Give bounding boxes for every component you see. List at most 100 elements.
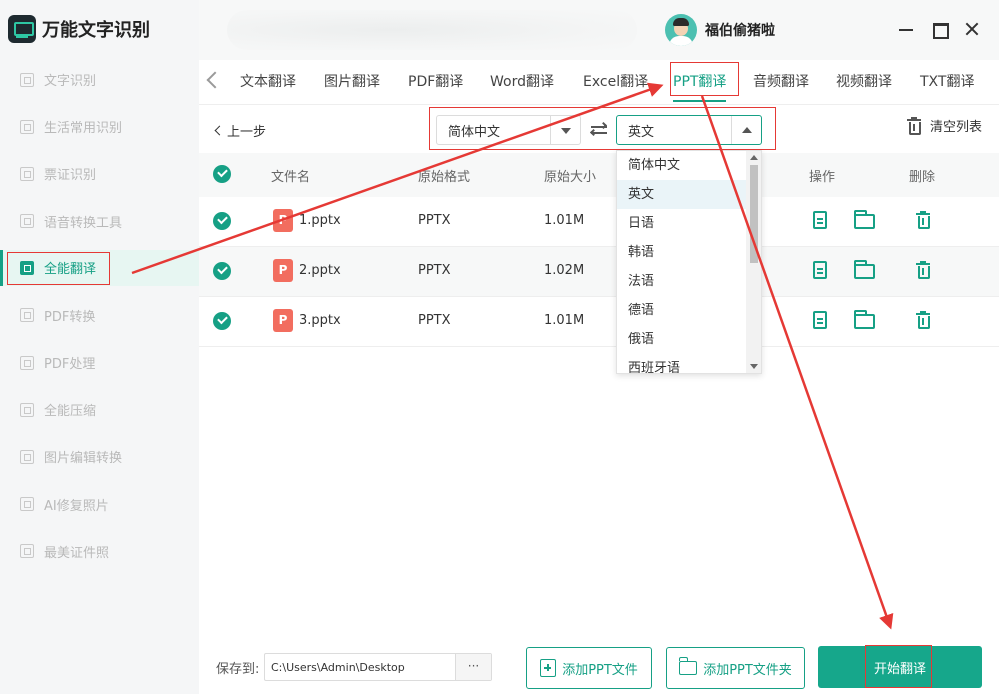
blurred-region [227, 10, 637, 50]
file-format: PPTX [418, 213, 451, 228]
table-row: P 2.pptx PPTX 1.02M [199, 247, 999, 297]
tab-ppt-translate[interactable]: PPT翻译 [673, 71, 727, 102]
language-option[interactable]: 俄语 [617, 325, 747, 354]
folder-icon[interactable] [853, 209, 877, 233]
tab-video-translate[interactable]: 视频翻译 [836, 71, 892, 91]
tab-pdf-translate[interactable]: PDF翻译 [408, 71, 463, 91]
avatar [665, 14, 697, 46]
pdf-edit-icon [20, 355, 34, 370]
sidebar-item-ai-photo[interactable]: AI修复照片 [0, 481, 199, 528]
ppt-file-icon: P [273, 259, 293, 282]
folder-icon [679, 657, 698, 675]
sidebar-item-compress[interactable]: 全能压缩 [0, 386, 199, 433]
language-option[interactable]: 西班牙语 [617, 354, 747, 373]
back-button[interactable]: 上一步 [214, 121, 267, 140]
language-option[interactable]: 韩语 [617, 238, 747, 267]
sidebar: 万能文字识别 文字识别 生活常用识别 票证识别 语音转换工具 全能翻译 PDF转… [0, 0, 199, 694]
row-checkbox[interactable] [213, 262, 231, 280]
add-ppt-file-button[interactable]: 添加PPT文件 [526, 647, 652, 689]
close-icon[interactable] [961, 18, 983, 40]
sidebar-item-id-photo[interactable]: 最美证件照 [0, 528, 199, 575]
scroll-down-icon[interactable] [750, 364, 758, 369]
trash-icon[interactable] [911, 209, 935, 233]
table-row: P 1.pptx PPTX 1.01M [199, 197, 999, 247]
chevron-left-icon [214, 125, 225, 136]
start-translate-button[interactable]: 开始翻译 [818, 646, 982, 688]
browse-button[interactable]: ··· [455, 654, 491, 680]
image-icon [20, 449, 34, 464]
tab-excel-translate[interactable]: Excel翻译 [583, 71, 648, 91]
row-checkbox[interactable] [213, 312, 231, 330]
sidebar-nav: 文字识别 生活常用识别 票证识别 语音转换工具 全能翻译 PDF转换 PDF处理… [0, 56, 199, 575]
maximize-icon[interactable] [928, 18, 950, 40]
sidebar-item-label: 生活常用识别 [44, 121, 123, 137]
sidebar-item-image-edit[interactable]: 图片编辑转换 [0, 433, 199, 480]
dropdown-scrollbar[interactable] [746, 151, 761, 373]
user-profile[interactable]: 福伯偷猪啦 [665, 14, 775, 46]
sidebar-item-label: 语音转换工具 [44, 215, 123, 231]
trash-icon[interactable] [911, 259, 935, 283]
target-language-value: 英文 [628, 124, 655, 140]
chevron-left-icon[interactable] [206, 71, 224, 89]
document-icon[interactable] [808, 259, 832, 283]
app-title: 万能文字识别 [42, 20, 150, 41]
scrollbar-thumb[interactable] [750, 165, 758, 263]
file-size: 1.01M [544, 213, 585, 228]
folder-icon[interactable] [853, 259, 877, 283]
chevron-down-icon [550, 116, 580, 144]
save-path-value: C:\Users\Admin\Desktop [271, 660, 405, 674]
language-option[interactable]: 简体中文 [617, 151, 747, 180]
add-ppt-folder-button[interactable]: 添加PPT文件夹 [666, 647, 805, 689]
table-row: P 3.pptx PPTX 1.01M [199, 297, 999, 347]
scan-icon [20, 72, 34, 87]
file-format: PPTX [418, 313, 451, 328]
language-option[interactable]: 法语 [617, 267, 747, 296]
sidebar-item-ticket-ocr[interactable]: 票证识别 [0, 150, 199, 197]
sidebar-item-life-ocr[interactable]: 生活常用识别 [0, 103, 199, 150]
tab-image-translate[interactable]: 图片翻译 [324, 71, 380, 91]
minimize-icon[interactable] [895, 18, 917, 40]
ppt-file-icon: P [273, 309, 293, 332]
column-header-format: 原始格式 [418, 170, 471, 185]
sidebar-item-voice-tools[interactable]: 语音转换工具 [0, 198, 199, 245]
sidebar-item-pdf-convert[interactable]: PDF转换 [0, 292, 199, 339]
translate-tabs: 文本翻译 图片翻译 PDF翻译 Word翻译 Excel翻译 PPT翻译 音频翻… [199, 60, 999, 105]
language-option[interactable]: 德语 [617, 296, 747, 325]
tab-text-translate[interactable]: 文本翻译 [240, 71, 296, 91]
document-icon[interactable] [808, 209, 832, 233]
document-icon[interactable] [808, 309, 832, 333]
pdf-icon [20, 308, 34, 323]
tab-word-translate[interactable]: Word翻译 [490, 71, 554, 91]
sidebar-item-label: PDF处理 [44, 357, 96, 373]
back-label: 上一步 [227, 125, 267, 140]
source-language-select[interactable]: 简体中文 [436, 115, 581, 145]
title-bar: 福伯偷猪啦 [199, 0, 999, 60]
sidebar-item-translate[interactable]: 全能翻译 [0, 249, 199, 286]
language-option[interactable]: 日语 [617, 209, 747, 238]
ticket-icon [20, 166, 34, 181]
save-path-field[interactable]: C:\Users\Admin\Desktop ··· [264, 653, 492, 681]
sidebar-item-text-ocr[interactable]: 文字识别 [0, 56, 199, 103]
voice-icon [20, 214, 34, 229]
swap-languages-icon[interactable] [589, 120, 609, 140]
trash-icon[interactable] [911, 309, 935, 333]
sidebar-item-pdf-process[interactable]: PDF处理 [0, 339, 199, 386]
target-language-select[interactable]: 英文 [616, 115, 762, 145]
select-all-checkbox[interactable] [213, 165, 231, 183]
ppt-file-icon: P [273, 209, 293, 232]
scroll-up-icon[interactable] [750, 155, 758, 160]
language-option-selected[interactable]: 英文 [617, 180, 747, 209]
app-window: 万能文字识别 文字识别 生活常用识别 票证识别 语音转换工具 全能翻译 PDF转… [0, 0, 999, 694]
row-checkbox[interactable] [213, 212, 231, 230]
compress-icon [20, 402, 34, 417]
clear-list-label: 清空列表 [930, 120, 983, 135]
clear-list-button[interactable]: 清空列表 [906, 116, 982, 135]
sidebar-item-label: PDF转换 [44, 309, 96, 325]
column-header-delete: 删除 [909, 170, 936, 185]
ai-photo-icon [20, 497, 34, 512]
sidebar-item-label: 全能翻译 [44, 262, 97, 278]
tab-audio-translate[interactable]: 音频翻译 [753, 71, 809, 91]
tab-txt-translate[interactable]: TXT翻译 [920, 71, 974, 91]
folder-icon[interactable] [853, 309, 877, 333]
sidebar-item-label: 图片编辑转换 [44, 451, 123, 467]
